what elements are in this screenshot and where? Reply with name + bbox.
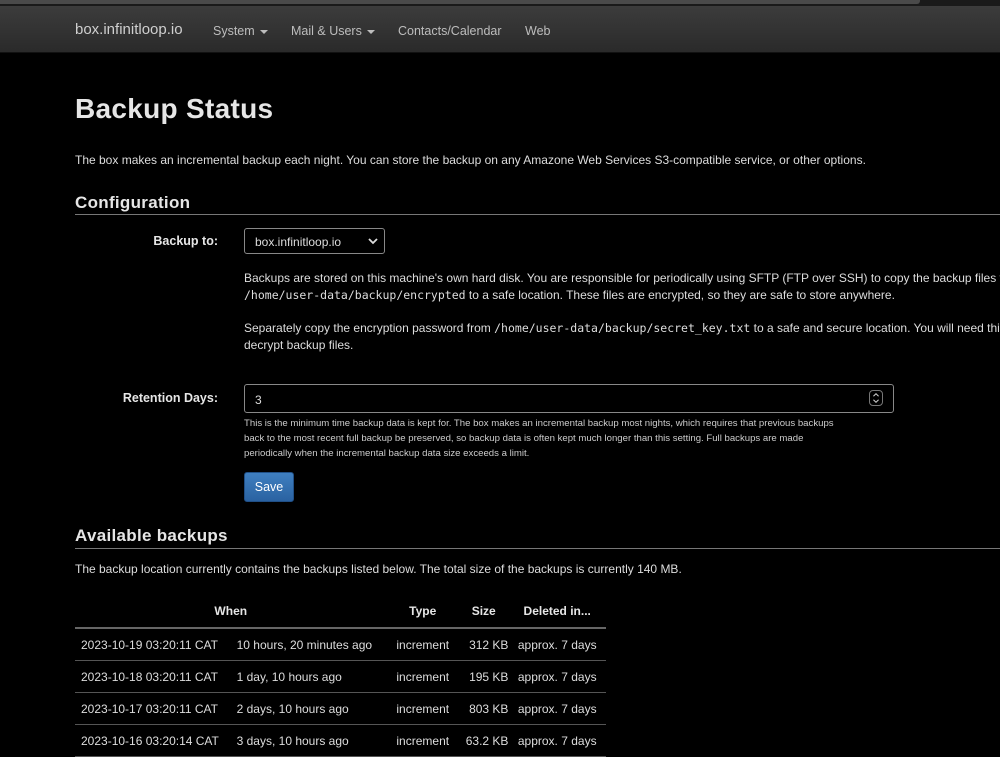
backups-table: When Type Size Deleted in... 2023-10-19 … [75, 595, 606, 757]
chevron-down-icon [368, 238, 378, 245]
available-backups-heading: Available backups [75, 526, 228, 545]
backup-size: 63.2 KB [458, 724, 509, 757]
page-intro: The box makes an incremental backup each… [75, 153, 866, 167]
retention-days-value: 3 [255, 393, 262, 407]
chevron-down-icon [259, 29, 268, 34]
nav-item-system[interactable]: System [213, 24, 268, 38]
nav-item-mail-users-label: Mail & Users [291, 24, 362, 38]
backup-date: 2023-10-16 03:20:14 CAT [75, 724, 237, 757]
spinner-icon[interactable] [869, 390, 883, 406]
backup-age: 3 days, 10 hours ago [236, 724, 387, 757]
table-row: 2023-10-16 03:20:14 CAT 3 days, 10 hours… [75, 724, 606, 757]
browser-scroll-indicator [0, 0, 920, 4]
backup-description-2: Separately copy the encryption password … [244, 320, 1000, 354]
backup-description-1-line2: /home/user-data/backup/encrypted to a sa… [244, 287, 1000, 304]
encrypted-path: /home/user-data/backup/encrypted [244, 288, 466, 302]
retention-help-line: periodically when the incremental backup… [244, 448, 530, 459]
navbar-brand[interactable]: box.infinitloop.io [75, 21, 183, 38]
page-title: Backup Status [75, 93, 274, 124]
backup-deleted-in: approx. 7 days [508, 724, 606, 757]
retention-help-line: back to the most recent full backup be p… [244, 433, 804, 444]
available-backups-divider [75, 548, 1000, 549]
retention-days-input[interactable]: 3 [244, 384, 894, 413]
column-header-size: Size [458, 595, 509, 629]
backup-deleted-in: approx. 7 days [508, 628, 606, 661]
retention-help-text: This is the minimum time backup data is … [244, 416, 894, 461]
backup-description-1-line1: Backups are stored on this machine's own… [244, 271, 1000, 285]
backup-age: 2 days, 10 hours ago [236, 692, 387, 725]
secret-key-path: /home/user-data/backup/secret_key.txt [494, 321, 751, 335]
backup-type: increment [386, 628, 459, 661]
backup-size: 195 KB [458, 660, 509, 693]
backup-to-label: Backup to: [153, 234, 218, 248]
configuration-divider [75, 214, 1000, 215]
nav-item-contacts-calendar[interactable]: Contacts/Calendar [398, 24, 502, 38]
save-button[interactable]: Save [244, 472, 294, 502]
chevron-down-icon [366, 29, 375, 34]
backup-size: 312 KB [458, 628, 509, 661]
column-header-type: Type [386, 595, 459, 629]
backup-date: 2023-10-17 03:20:11 CAT [75, 692, 237, 725]
configuration-heading: Configuration [75, 193, 191, 212]
backup-description-1-tail: to a safe location. These files are encr… [465, 288, 895, 302]
backup-type: increment [386, 692, 459, 725]
nav-item-mail-users[interactable]: Mail & Users [291, 24, 375, 38]
table-row: 2023-10-17 03:20:11 CAT 2 days, 10 hours… [75, 692, 606, 725]
backup-age: 1 day, 10 hours ago [236, 660, 387, 693]
nav-item-system-label: System [213, 24, 255, 38]
table-row: 2023-10-18 03:20:11 CAT 1 day, 10 hours … [75, 660, 606, 693]
backup-type: increment [386, 724, 459, 757]
retention-days-label: Retention Days: [122, 391, 218, 405]
backup-date: 2023-10-18 03:20:11 CAT [75, 660, 237, 693]
backup-age: 10 hours, 20 minutes ago [236, 628, 387, 661]
backup-date: 2023-10-19 03:20:11 CAT [75, 628, 237, 661]
backup-type: increment [386, 660, 459, 693]
column-header-when: When [75, 595, 387, 629]
navbar: box.infinitloop.io System Mail & Users C… [0, 6, 1000, 53]
nav-item-web[interactable]: Web [525, 24, 550, 38]
backup-size: 803 KB [458, 692, 509, 725]
backup-description-2-line2: decrypt backup files. [244, 338, 354, 352]
backup-to-select[interactable]: box.infinitloop.io [244, 228, 385, 254]
table-header-row: When Type Size Deleted in... [75, 595, 606, 629]
backup-description-1: Backups are stored on this machine's own… [244, 270, 1000, 304]
column-header-deleted: Deleted in... [508, 595, 606, 629]
backups-summary: The backup location currently contains t… [75, 562, 682, 576]
retention-help-line: This is the minimum time backup data is … [244, 418, 834, 429]
backup-to-value: box.infinitloop.io [255, 235, 342, 249]
backup-deleted-in: approx. 7 days [508, 692, 606, 725]
backup-description-2-tail: to a safe and secure location. You will … [753, 321, 1000, 335]
table-row: 2023-10-19 03:20:11 CAT 10 hours, 20 min… [75, 628, 606, 661]
backup-description-2-head: Separately copy the encryption password … [244, 321, 495, 335]
backup-deleted-in: approx. 7 days [508, 660, 606, 693]
backup-description-2-line1: Separately copy the encryption password … [244, 320, 1000, 337]
